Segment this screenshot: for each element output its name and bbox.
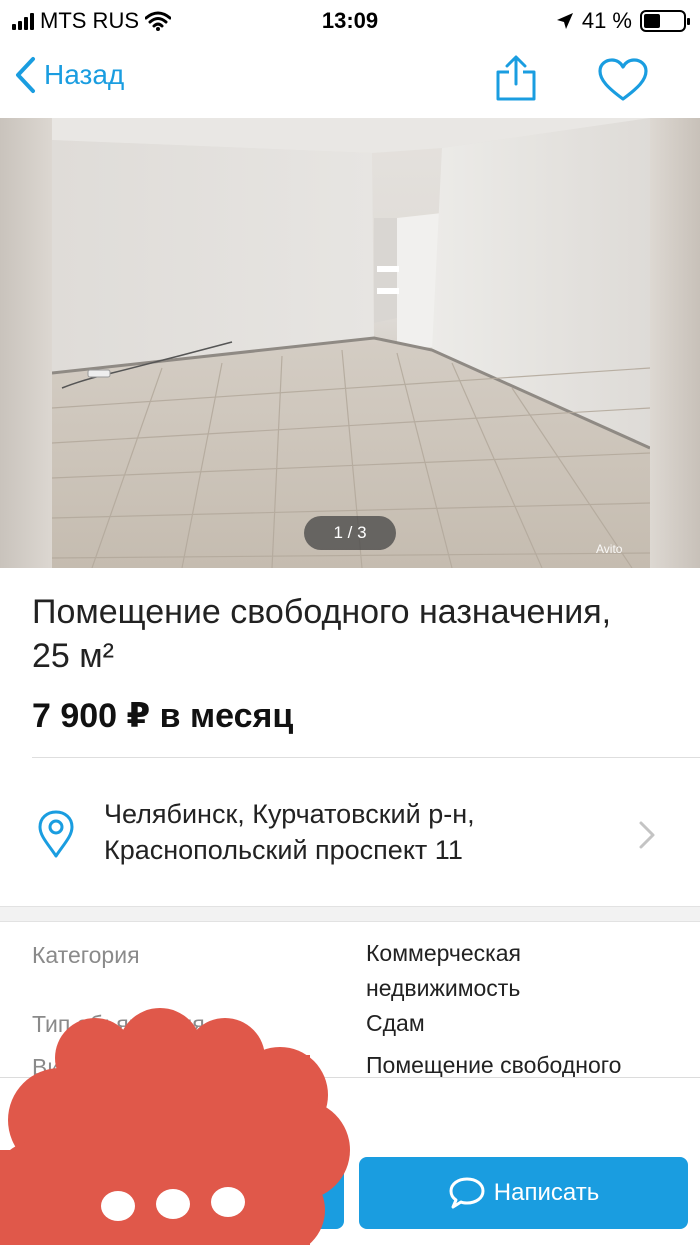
avito-watermark: Avito: [596, 542, 623, 556]
param-value-listing-type: Сдам: [366, 1010, 425, 1036]
redaction-scribble: [0, 1008, 350, 1245]
share-icon[interactable]: [494, 54, 538, 102]
location-arrow-icon: [556, 13, 573, 29]
address-line-2: Краснопольский проспект 11: [104, 835, 463, 865]
back-button[interactable]: Назад: [14, 56, 124, 94]
write-button[interactable]: Написать: [359, 1157, 688, 1229]
listing-title: Помещение свободного назначения, 25 м²: [32, 593, 612, 675]
param-value-category-line2: недвижимость: [366, 975, 521, 1001]
param-value-category: Коммерческая недвижимость: [366, 936, 686, 1006]
battery-icon: [640, 10, 690, 32]
photo-gallery[interactable]: 1 / 3 Avito: [0, 118, 700, 568]
heart-icon[interactable]: [598, 58, 648, 102]
address-line-1: Челябинск, Курчатовский р-н,: [104, 799, 475, 829]
nav-bar: Назад: [0, 40, 700, 118]
param-value-category-line1: Коммерческая: [366, 940, 521, 966]
section-separator: [0, 906, 700, 922]
listing-price: 7 900 ₽ в месяц: [32, 697, 294, 735]
write-label: Написать: [493, 1179, 600, 1206]
chevron-left-icon: [16, 57, 35, 93]
next-photo-peek: [650, 118, 700, 568]
address-text: Челябинск, Курчатовский р-н, Краснопольс…: [104, 796, 475, 868]
address-row[interactable]: Челябинск, Курчатовский р-н, Краснопольс…: [0, 758, 700, 906]
chat-bubble-icon: [449, 1177, 485, 1209]
photo-counter: 1 / 3: [304, 516, 396, 550]
back-label: Назад: [44, 59, 125, 90]
prev-photo-peek: [0, 118, 52, 568]
map-pin-icon: [38, 810, 74, 858]
status-bar: MTS RUS 13:09 41 %: [0, 0, 700, 40]
param-label-category: Категория: [32, 942, 140, 968]
listing-photo: [52, 118, 650, 568]
battery-percent: 41 %: [581, 8, 632, 33]
chevron-right-icon: [639, 821, 655, 849]
